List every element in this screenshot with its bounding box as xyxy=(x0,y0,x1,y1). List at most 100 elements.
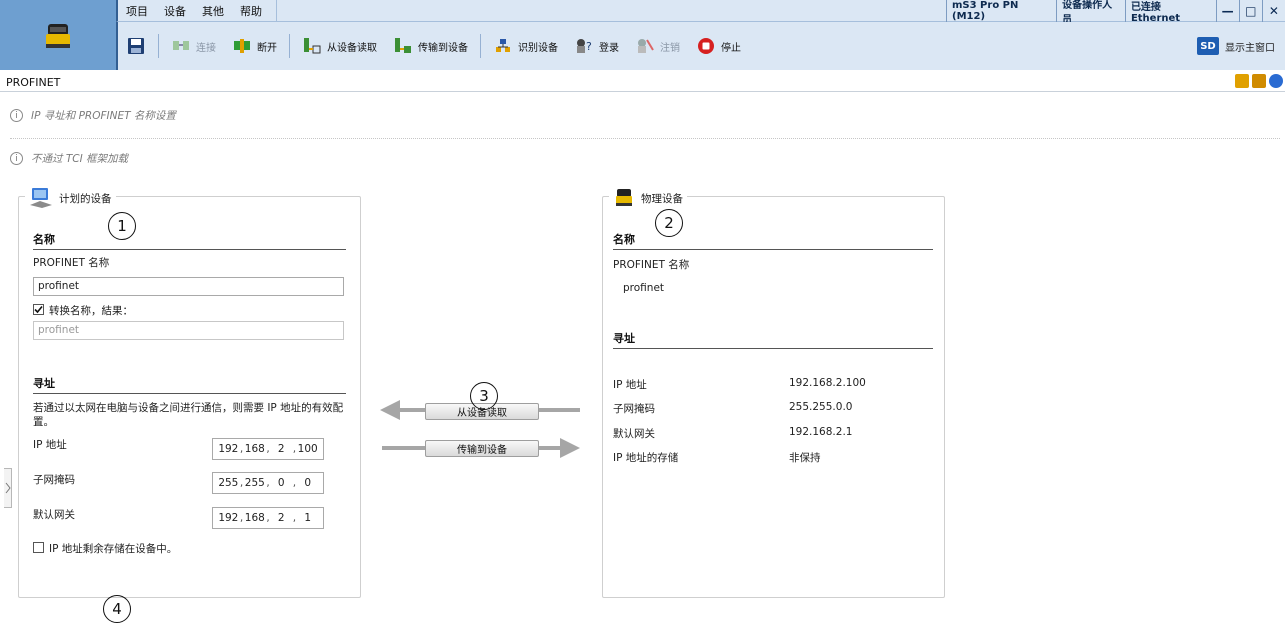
login-button[interactable]: ? 登录 xyxy=(566,22,627,70)
default-gateway-input[interactable]: 192, 168, 2, 1 xyxy=(212,507,324,529)
info-ip-profinet-text: IP 寻址和 PROFINET 名称设置 xyxy=(31,110,176,122)
convert-name-label: 转换名称，結果： xyxy=(49,305,133,317)
physical-subnet-label: 子网掩码 xyxy=(613,403,655,415)
computer-icon xyxy=(30,188,52,208)
planned-device-title: 计划的设备 xyxy=(59,192,112,205)
show-main-window-button[interactable]: SD 显示主窗口 xyxy=(1197,22,1275,70)
physical-ip-value: 192.168.2.100 xyxy=(789,377,866,389)
physical-subnet-value: 255.255.0.0 xyxy=(789,401,853,413)
physical-profinet-value: profinet xyxy=(623,282,665,294)
gateway-octet-1[interactable]: 192 xyxy=(217,512,240,524)
physical-profinet-label: PROFINET 名称 xyxy=(613,259,690,271)
menu-other[interactable]: 其他 xyxy=(194,3,232,19)
info-no-tci: i 不通过 TCI 框架加载 xyxy=(10,151,128,166)
subnet-octet-4[interactable]: 0 xyxy=(296,477,319,489)
subnet-octet-3[interactable]: 0 xyxy=(270,477,293,489)
transfer-to-device-button[interactable]: 传输到设备 xyxy=(385,22,476,70)
write-device-icon xyxy=(393,36,413,56)
planned-name-heading: 名称 xyxy=(33,231,346,250)
stop-icon xyxy=(696,36,716,56)
menu-device[interactable]: 设备 xyxy=(156,3,194,19)
document-icon[interactable] xyxy=(1235,74,1249,88)
stop-button[interactable]: 停止 xyxy=(688,22,749,70)
save-icon xyxy=(126,36,146,56)
toolbar: 连接 断开 从设备读取 传输到设备 识别设备 ? 登录 注销 停止 xyxy=(116,22,1285,70)
logout-button[interactable]: 注销 xyxy=(627,22,688,70)
converted-name-field: profinet xyxy=(33,321,344,340)
ip-octet-1[interactable]: 192 xyxy=(217,443,240,455)
subnet-mask-label: 子网掩码 xyxy=(33,474,75,486)
menu-help[interactable]: 帮助 xyxy=(232,3,270,19)
identify-device-label: 识别设备 xyxy=(518,42,558,54)
planned-device-legend: 计划的设备 xyxy=(25,187,116,209)
physical-device-legend: 物理设备 xyxy=(609,187,687,209)
convert-name-checkbox[interactable] xyxy=(33,304,44,315)
ip-octet-4[interactable]: 100 xyxy=(296,443,319,455)
physical-ip-storage-label: IP 地址的存储 xyxy=(613,452,679,464)
info-ip-profinet: i IP 寻址和 PROFINET 名称设置 xyxy=(10,108,176,123)
ip-address-input[interactable]: 192, 168, 2, 100 xyxy=(212,438,324,460)
transfer-to-device-label: 传输到设备 xyxy=(418,42,468,54)
scanner-device-icon xyxy=(46,24,70,48)
info-icon: i xyxy=(10,152,23,165)
physical-gateway-value: 192.168.2.1 xyxy=(789,426,853,438)
store-ip-persistent-checkbox[interactable] xyxy=(33,542,44,553)
gateway-octet-3[interactable]: 2 xyxy=(270,512,293,524)
connect-label: 连接 xyxy=(196,42,216,54)
planned-addressing-heading: 寻址 xyxy=(33,375,346,394)
side-panel-expand-handle[interactable] xyxy=(4,468,12,508)
disconnect-icon xyxy=(232,36,252,56)
stop-label: 停止 xyxy=(721,42,741,54)
gateway-octet-2[interactable]: 168 xyxy=(243,512,266,524)
callout-marker-2: 2 xyxy=(655,209,683,237)
gateway-octet-4[interactable]: 1 xyxy=(296,512,319,524)
subnet-mask-input[interactable]: 255, 255, 0, 0 xyxy=(212,472,324,494)
login-label: 登录 xyxy=(599,42,619,54)
divider xyxy=(10,138,1280,139)
right-arrowhead xyxy=(560,438,580,458)
read-from-device-button[interactable]: 从设备读取 xyxy=(294,22,385,70)
callout-marker-1: 1 xyxy=(108,212,136,240)
addressing-description: 若通过以太网在电脑与设备之间进行通信，则需要 IP 地址的有效配置。 xyxy=(33,402,344,428)
identify-device-button[interactable]: 识别设备 xyxy=(485,22,566,70)
logout-icon xyxy=(635,36,655,56)
app-header: 项目 设备 其他 帮助 mS3 Pro PN (M12) 设备操作人员 已连接 … xyxy=(0,0,1285,70)
document-edit-icon[interactable] xyxy=(1252,74,1266,88)
physical-device-title: 物理设备 xyxy=(641,192,683,205)
callout-marker-4: 4 xyxy=(103,595,131,623)
physical-ip-label: IP 地址 xyxy=(613,379,647,391)
ip-octet-2[interactable]: 168 xyxy=(243,443,266,455)
physical-ip-storage-value: 非保持 xyxy=(789,452,821,464)
minimize-button[interactable]: — xyxy=(1215,0,1239,22)
ip-address-label: IP 地址 xyxy=(33,439,67,451)
subnet-octet-1[interactable]: 255 xyxy=(217,477,240,489)
maximize-button[interactable]: □ xyxy=(1238,0,1262,22)
menu-project[interactable]: 项目 xyxy=(118,3,156,19)
close-button[interactable]: ✕ xyxy=(1261,0,1285,22)
store-ip-persistent-label: IP 地址剩余存储在设备中。 xyxy=(49,543,178,555)
user-level-status[interactable]: 设备操作人员 xyxy=(1056,0,1125,26)
svg-text:?: ? xyxy=(586,40,592,53)
read-from-device-label: 从设备读取 xyxy=(327,42,377,54)
transfer-to-device-transfer-button[interactable]: 传输到设备 xyxy=(425,440,539,457)
save-button[interactable] xyxy=(118,22,154,70)
connect-button[interactable]: 连接 xyxy=(163,22,224,70)
device-status: mS3 Pro PN (M12) xyxy=(946,0,1056,22)
disconnect-button[interactable]: 断开 xyxy=(224,22,285,70)
left-arrowhead xyxy=(380,400,400,420)
physical-gateway-label: 默认网关 xyxy=(613,428,655,440)
connect-icon xyxy=(171,36,191,56)
read-device-icon xyxy=(302,36,322,56)
menu-bar-fill xyxy=(276,0,946,22)
status-area: mS3 Pro PN (M12) 设备操作人员 已连接 Ethernet — □… xyxy=(946,0,1285,26)
help-icon[interactable] xyxy=(1269,74,1283,88)
info-no-tci-text: 不通过 TCI 框架加载 xyxy=(31,153,129,165)
profinet-name-input[interactable]: profinet xyxy=(33,277,344,296)
menu-bar: 项目 设备 其他 帮助 xyxy=(116,0,276,22)
show-main-label: 显示主窗口 xyxy=(1225,42,1275,54)
title-icons xyxy=(1235,74,1283,88)
info-icon: i xyxy=(10,109,23,122)
toolbar-separator xyxy=(158,34,159,58)
subnet-octet-2[interactable]: 255 xyxy=(243,477,266,489)
ip-octet-3[interactable]: 2 xyxy=(270,443,293,455)
